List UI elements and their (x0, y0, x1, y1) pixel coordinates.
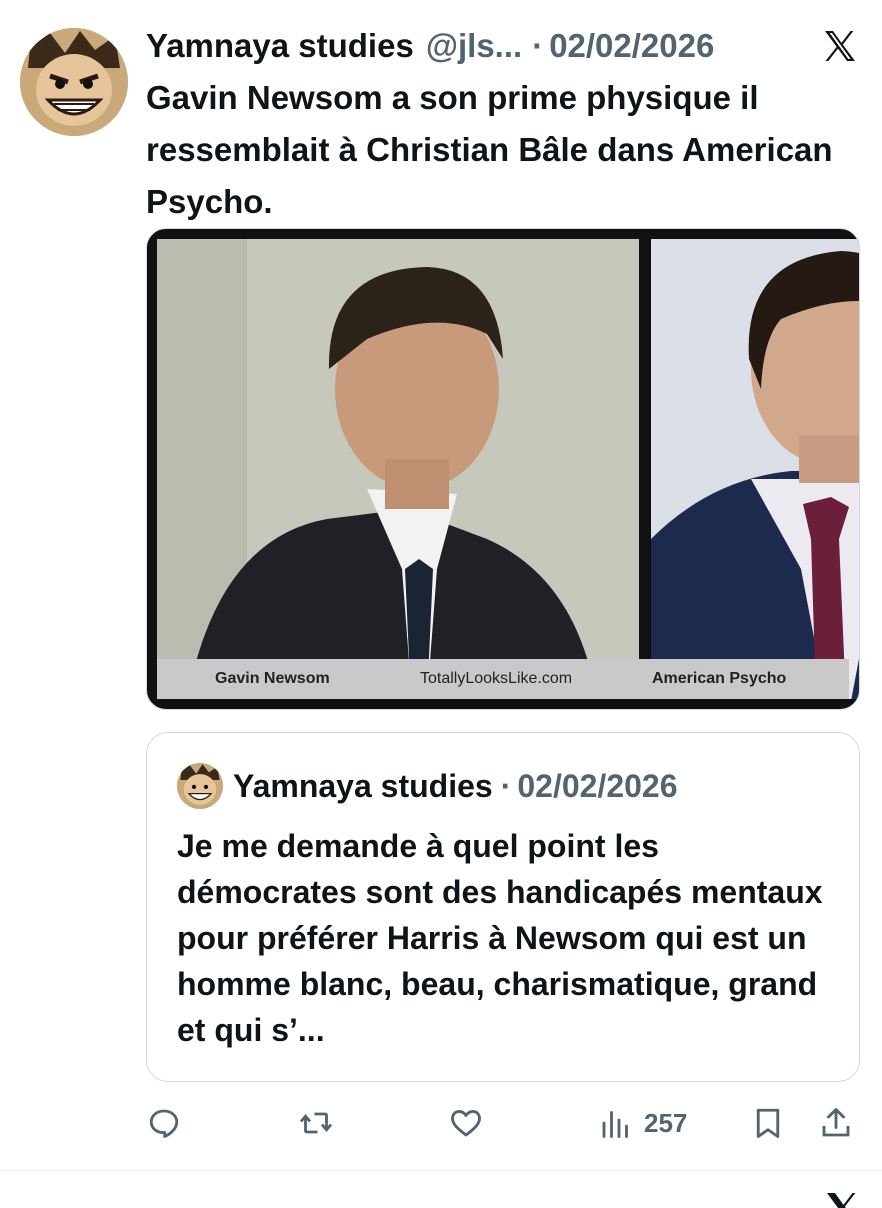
bookmark-icon (756, 1108, 780, 1138)
action-bar: 257 (146, 1100, 860, 1146)
avatar-icon (20, 28, 128, 136)
views-icon (602, 1111, 628, 1138)
caption-center: TotallyLooksLike.com (420, 670, 573, 687)
like-button[interactable] (448, 1100, 484, 1146)
quoted-author-avatar[interactable] (177, 763, 223, 809)
x-logo-icon[interactable] (820, 26, 860, 66)
share-icon (822, 1108, 850, 1137)
avatar-icon (177, 763, 223, 809)
retweet-icon (299, 1112, 333, 1134)
media-photo-left (157, 239, 639, 699)
tweet-text: Gavin Newsom a son prime physique il res… (146, 79, 833, 220)
retweet-button[interactable] (298, 1100, 334, 1146)
views-button[interactable]: 257 (598, 1100, 687, 1146)
tweet-divider (0, 1170, 882, 1171)
tweet-date[interactable]: 02/02/2026 (549, 27, 714, 65)
quoted-tweet-date[interactable]: 02/02/2026 (517, 768, 677, 805)
author-name[interactable]: Yamnaya studies (146, 27, 414, 65)
separator: · (532, 27, 544, 64)
quoted-tweet-header: Yamnaya studies · 02/02/2026 (233, 763, 678, 809)
quoted-tweet-text: Je me demande à quel point les démocrate… (177, 828, 823, 1048)
views-count: 257 (644, 1107, 688, 1138)
reply-icon (149, 1109, 179, 1138)
author-avatar[interactable] (20, 28, 128, 136)
tweet-media[interactable]: Gavin Newsom TotallyLooksLike.com Americ… (146, 228, 860, 710)
quoted-author-name[interactable]: Yamnaya studies (233, 768, 493, 805)
bookmark-button[interactable] (750, 1100, 786, 1146)
caption-left: Gavin Newsom (215, 670, 330, 687)
separator: · (500, 767, 512, 804)
heart-icon (451, 1110, 481, 1137)
media-caption-bar: Gavin Newsom TotallyLooksLike.com Americ… (157, 659, 849, 699)
share-button[interactable] (818, 1100, 854, 1146)
reply-button[interactable] (146, 1100, 182, 1146)
quoted-tweet[interactable]: Yamnaya studies · 02/02/2026 Je me deman… (146, 732, 860, 1082)
tweet-header: Yamnaya studies @jls... · 02/02/2026 (146, 24, 862, 68)
caption-right: American Psycho (652, 670, 787, 687)
x-logo-icon[interactable] (822, 1188, 862, 1208)
media-photo-right (651, 239, 859, 699)
author-handle[interactable]: @jls... (426, 27, 522, 65)
